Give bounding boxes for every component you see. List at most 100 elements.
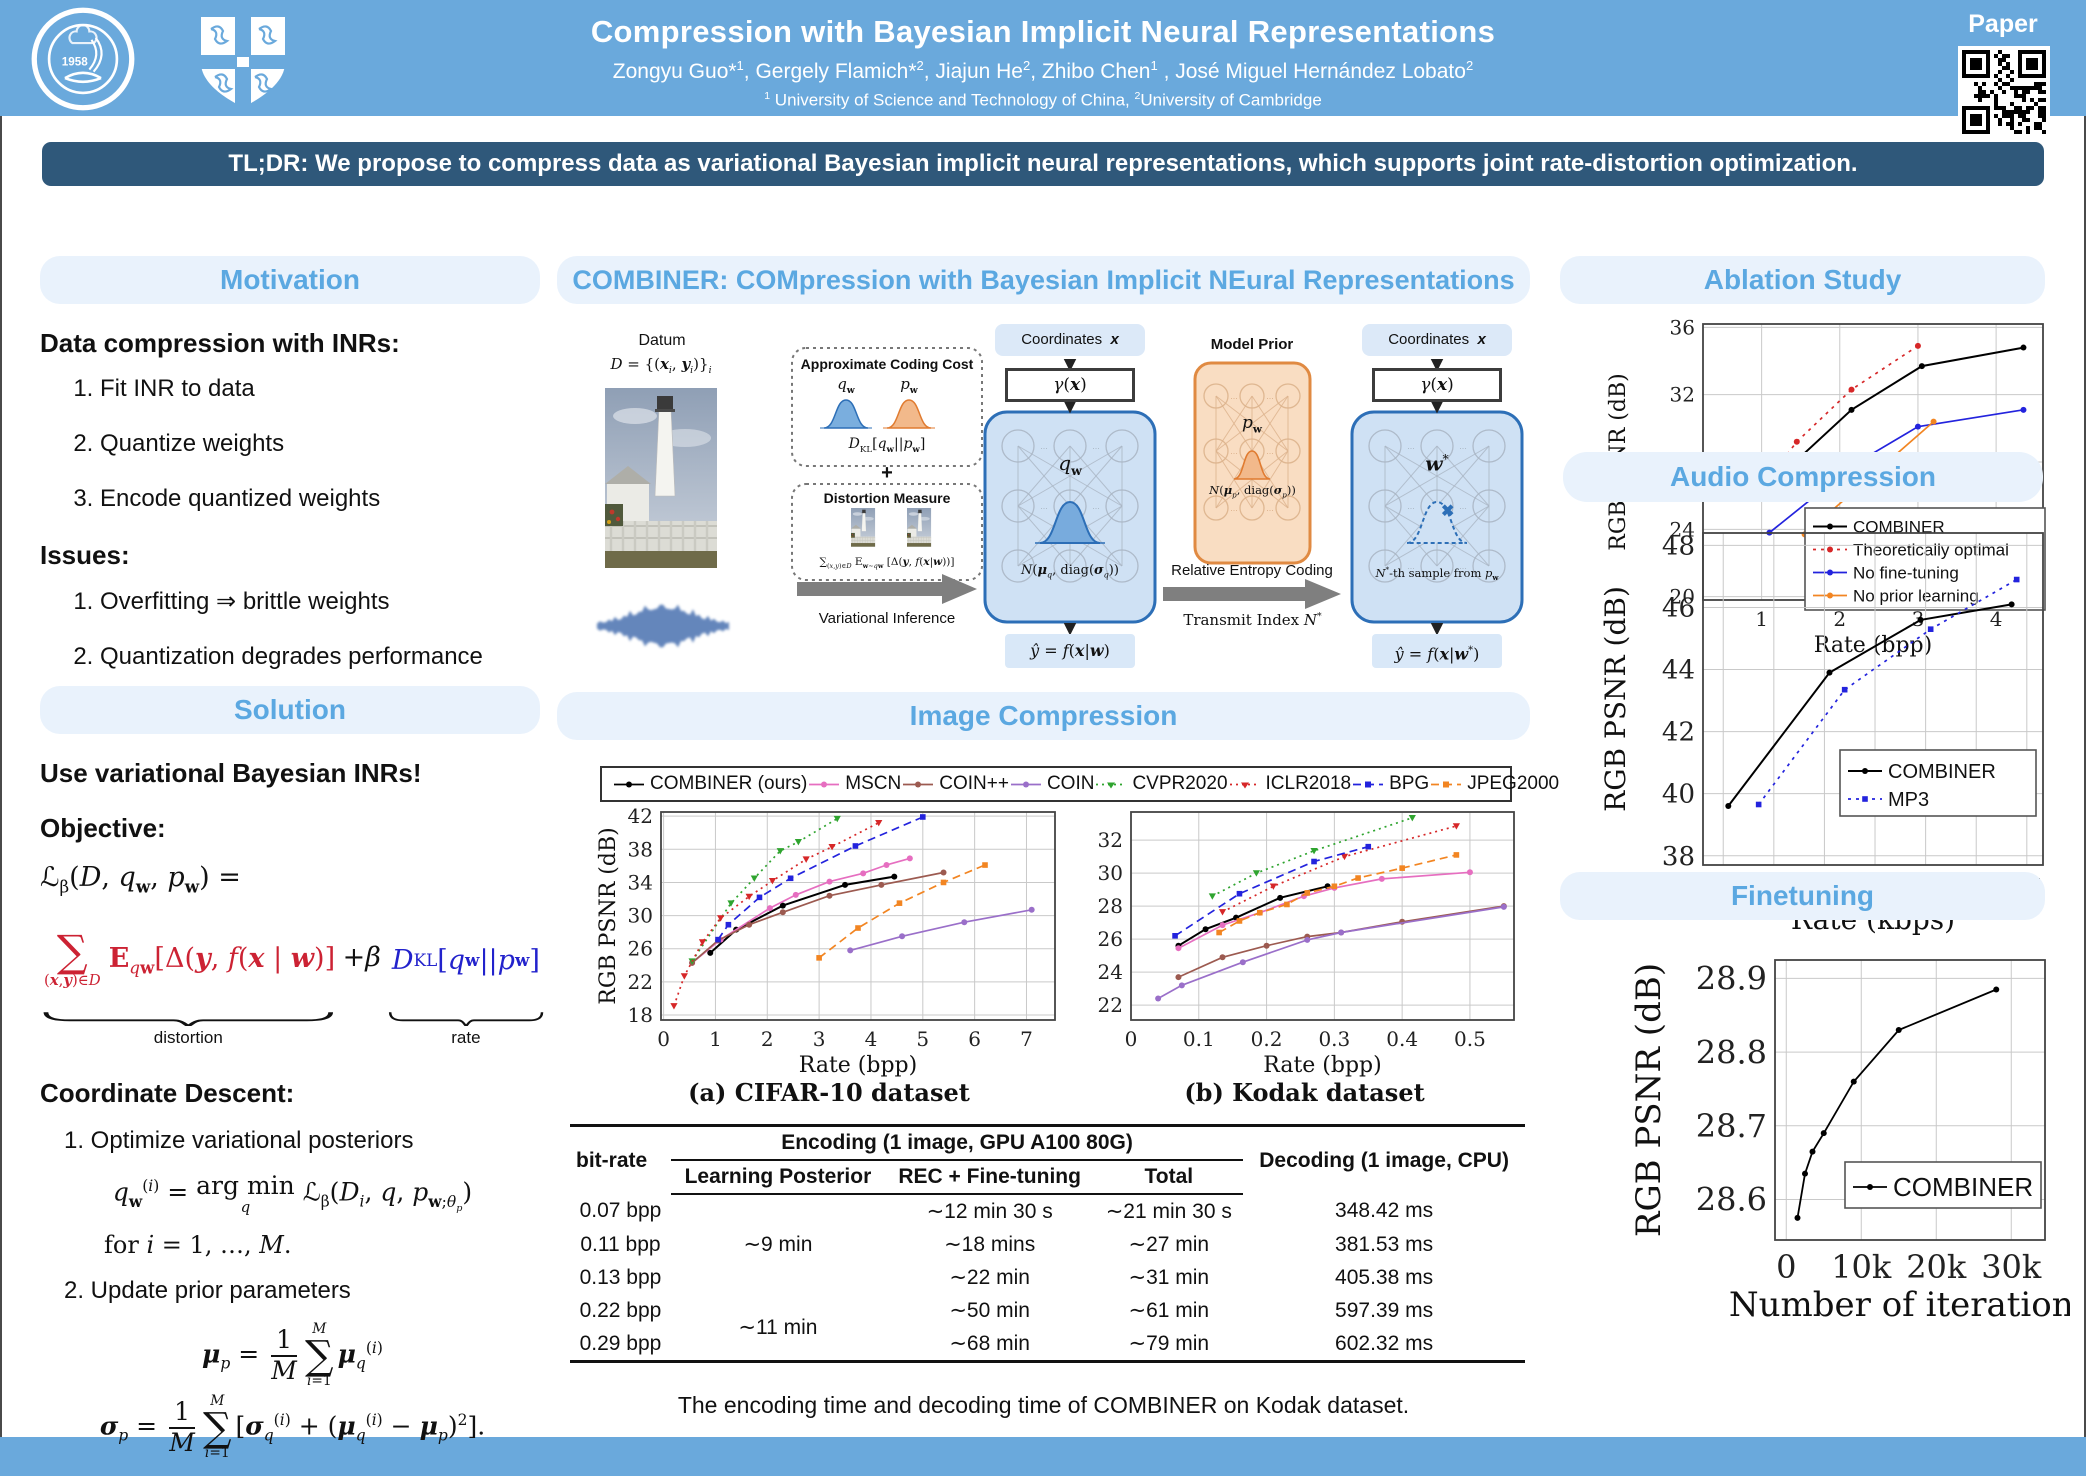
svg-text:1: 1 — [709, 1027, 722, 1051]
col-header-learning: Learning Posterior — [671, 1160, 885, 1194]
table-cell: 0.22 bpp — [570, 1294, 671, 1327]
svg-text:0.3: 0.3 — [1318, 1027, 1350, 1051]
col-header-rec: REC + Fine-tuning — [885, 1160, 1095, 1194]
svg-text:28.6: 28.6 — [1696, 1181, 1767, 1219]
svg-text:...: ... — [1266, 446, 1274, 456]
svg-text:30k: 30k — [1981, 1248, 2042, 1286]
table-cell: ∼27 min — [1094, 1228, 1243, 1261]
for-line: for i = 1, …, M. — [104, 1231, 545, 1259]
svg-text:28.7: 28.7 — [1696, 1107, 1767, 1145]
legend-label: BPG — [1389, 773, 1429, 795]
qw-network-label: qw — [1045, 452, 1095, 478]
svg-text:...: ... — [1407, 441, 1415, 451]
variational-inference-label: Variational Inference — [802, 610, 972, 627]
coding-cost-title: Approximate Coding Cost — [797, 356, 977, 372]
yhat-box-1: ŷ = f(x|w) — [1005, 634, 1135, 668]
combiner-diagram: ........................................… — [557, 316, 1530, 682]
table-cell: ∼31 min — [1094, 1261, 1243, 1294]
svg-text:4: 4 — [865, 1027, 878, 1051]
svg-text:...: ... — [1266, 391, 1274, 401]
datum-formula: D = {(xi, yi)}i — [575, 356, 747, 377]
objective-formula: ℒβ(D, qw, pw) = ∑(x,y)∈D Eqw[Δ(y, f(x | … — [40, 862, 545, 1048]
svg-text:48: 48 — [1662, 532, 1695, 562]
legend-marker — [1009, 778, 1043, 791]
legend-item: CVPR2020 — [1094, 773, 1227, 795]
legend-marker — [901, 778, 935, 791]
svg-text:...: ... — [1040, 441, 1048, 451]
svg-text:...: ... — [1459, 501, 1467, 511]
legend-label: COIN++ — [939, 773, 1009, 795]
svg-text:38: 38 — [1662, 842, 1695, 872]
ustc-logo: 1958 — [28, 6, 138, 112]
table-cell: ∼61 min — [1094, 1294, 1243, 1327]
sample-x-mark: ✖ — [1441, 503, 1454, 520]
poster: 1958 Compression with Bayesian Implicit … — [0, 0, 2086, 1476]
distortion-label: distortion — [40, 1028, 337, 1048]
dkl-label: DKL[qw||pw] — [807, 436, 967, 455]
gamma-box-2: γ(x) — [1372, 368, 1502, 402]
svg-text:...: ... — [1459, 441, 1467, 451]
motivation-heading-2: Issues: — [40, 540, 545, 571]
rec-arrow — [1163, 579, 1341, 609]
distortion-term: ∑(x,y)∈D Eqw[Δ(y, f(x | w)] distortion — [40, 910, 337, 1048]
svg-text:0.4: 0.4 — [1386, 1027, 1418, 1051]
legend-marker — [1429, 778, 1463, 791]
table-cell: 348.42 ms — [1243, 1194, 1525, 1228]
section-ablation: Ablation Study — [1560, 256, 2045, 304]
rec-label: Relative Entropy Coding — [1157, 562, 1347, 579]
svg-text:0: 0 — [1776, 1248, 1796, 1286]
svg-text:42: 42 — [628, 806, 653, 828]
cifar-chart: 0123456718222630343842Rate (bpp)RGB PSNR… — [593, 806, 1065, 1106]
table-row: 0.07 bpp ∼9 min ∼12 min 30 s ∼21 min 30 … — [570, 1194, 1525, 1228]
section-combiner: COMBINER: COMpression with Bayesian Impl… — [557, 256, 1530, 304]
svg-text:0.5: 0.5 — [1454, 1027, 1486, 1051]
legend-marker — [1094, 778, 1128, 791]
table-cell: 602.32 ms — [1243, 1327, 1525, 1362]
yhat-box-2: ŷ = f(x|w*) — [1372, 634, 1502, 668]
sigma-formula: σp = 1MM∑i=1[σq(i) + (μq(i) − μp)2]. — [40, 1395, 545, 1461]
distortion-formula: ∑(x,y)∈D Ew∼qw [Δ(y, f(x|w))] — [795, 556, 979, 571]
pw-small-label: pw — [889, 376, 929, 397]
table-cell: ∼68 min — [885, 1327, 1095, 1362]
list-item: Fit INR to data — [100, 375, 545, 403]
section-solution: Solution — [40, 686, 540, 734]
svg-text:44: 44 — [1662, 656, 1695, 686]
svg-text:3: 3 — [813, 1027, 826, 1051]
svg-text:...: ... — [1092, 441, 1100, 451]
table-cell: ∼50 min — [885, 1294, 1095, 1327]
section-audio: Audio Compression — [1563, 452, 2043, 502]
legend-item: COIN — [1009, 773, 1095, 795]
svg-text:COMBINER: COMBINER — [1893, 1172, 2033, 1202]
svg-text:...: ... — [1040, 501, 1048, 511]
svg-text:32: 32 — [1670, 383, 1695, 407]
paper-qr-label: Paper — [1948, 10, 2058, 39]
svg-text:...: ... — [1230, 446, 1238, 456]
solution-content: Use variational Bayesian INRs! Objective… — [40, 748, 545, 1460]
table-cell: ∼11 min — [671, 1294, 885, 1362]
finetuning-chart: 010k20k30k28.628.728.828.9Number of iter… — [1600, 950, 2070, 1350]
cambridge-logo — [193, 10, 293, 112]
svg-text:COMBINER: COMBINER — [1888, 761, 1996, 783]
svg-text:32: 32 — [1098, 828, 1123, 852]
objective-line1: ℒβ(D, qw, pw) = — [40, 862, 545, 896]
image-legend-bar: COMBINER (ours) MSCN COIN++ COIN CVPR202… — [600, 766, 1512, 802]
coordinate-descent-heading: Coordinate Descent: — [40, 1078, 545, 1109]
svg-text:...: ... — [1230, 503, 1238, 513]
svg-text:...: ... — [1092, 501, 1100, 511]
svg-text:22: 22 — [628, 970, 653, 994]
cd-item-2: 2. Update prior parameters — [64, 1277, 545, 1305]
svg-text:2: 2 — [761, 1027, 774, 1051]
coordinates-box-2: Coordinates x — [1362, 324, 1512, 356]
list-item: Quantization degrades performance — [100, 643, 545, 671]
svg-text:RGB PSNR (dB): RGB PSNR (dB) — [1599, 586, 1632, 812]
inr-steps-list: Fit INR to data Quantize weights Encode … — [40, 375, 545, 513]
legend-label: CVPR2020 — [1132, 773, 1227, 795]
legend-label: ICLR2018 — [1266, 773, 1352, 795]
legend-item: JPEG2000 — [1429, 773, 1559, 795]
underbrace — [387, 1010, 545, 1026]
svg-text:...: ... — [1266, 503, 1274, 513]
legend-item: ICLR2018 — [1228, 773, 1352, 795]
table-cell: ∼12 min 30 s — [885, 1194, 1095, 1228]
gauss-q-label: N(μq, diag(σq)) — [995, 564, 1145, 580]
rate-label: rate — [387, 1028, 545, 1048]
